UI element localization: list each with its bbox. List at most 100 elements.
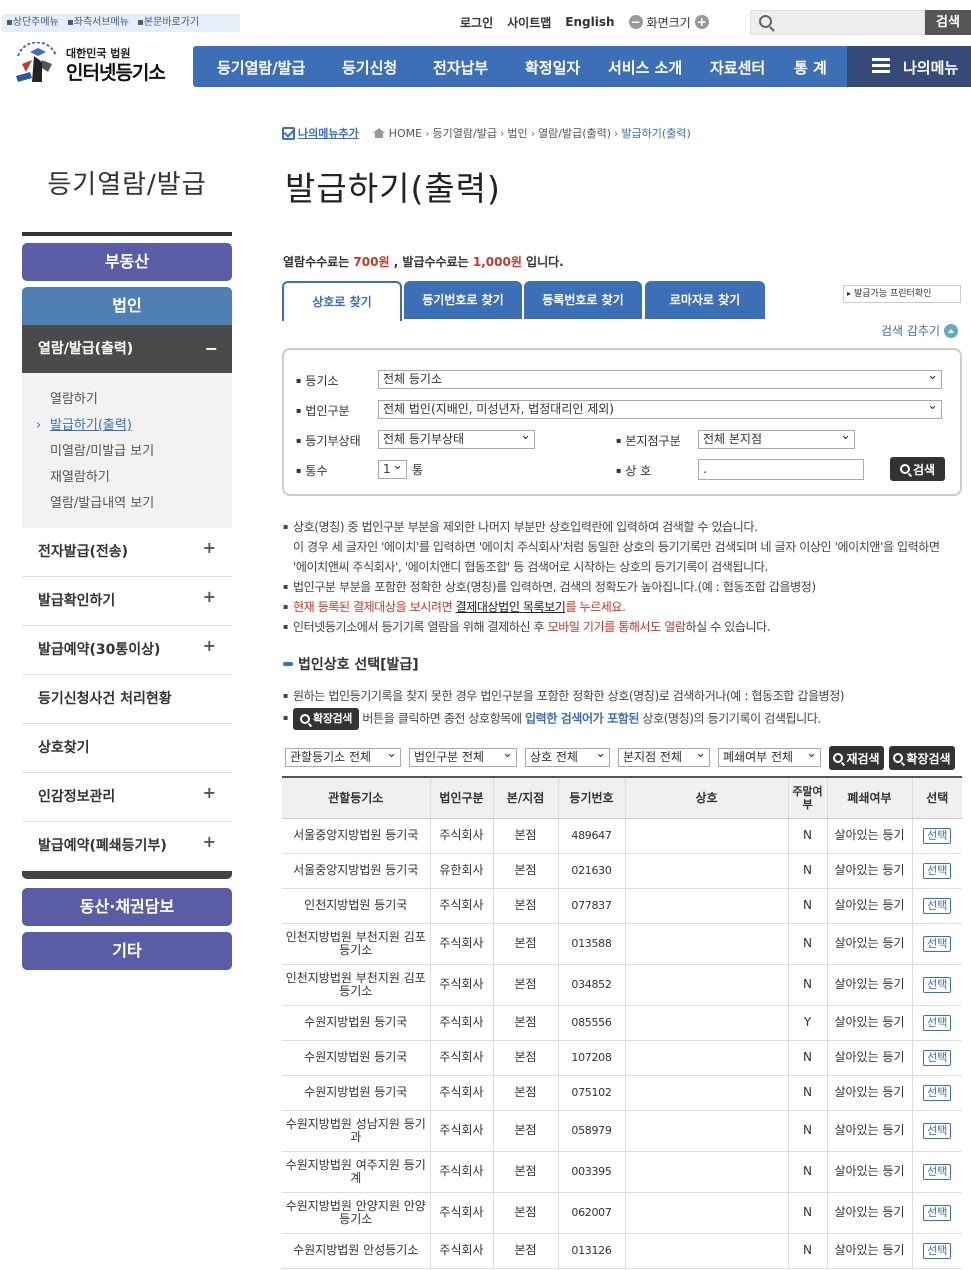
breadcrumb-home[interactable]: HOME: [389, 127, 422, 140]
select-button[interactable]: 선택: [923, 1049, 952, 1066]
printer-check-button[interactable]: 발급가능 프린터확인: [843, 285, 961, 303]
add-my-menu-button[interactable]: 나의메뉴추가: [282, 125, 359, 141]
cell-weekend: N: [787, 888, 827, 924]
cell-name: [624, 1192, 788, 1234]
select-button[interactable]: 선택: [923, 897, 952, 914]
lnb-item-case-status[interactable]: 등기신청사건 처리현황: [22, 675, 232, 724]
gnb-item-statistics[interactable]: 통 계: [794, 57, 827, 78]
lnb-sub-view-issue-label: 열람/발급(출력): [38, 341, 134, 357]
gnb-item-data-center[interactable]: 자료센터: [710, 57, 765, 78]
top-search-input[interactable]: [779, 13, 919, 32]
extended-search-inline-button[interactable]: 확장검색: [293, 708, 359, 730]
gnb-item-service[interactable]: 서비스 소개: [608, 57, 682, 78]
my-menu-button[interactable]: 나의메뉴: [847, 46, 971, 87]
branch-select[interactable]: 전체 본지점: [698, 430, 855, 449]
skip-link-top-menu[interactable]: ▪상단주메뉴: [6, 17, 59, 28]
cell-select: 선택: [911, 1110, 962, 1152]
cell-select: 선택: [911, 964, 962, 1006]
name-input[interactable]: .: [698, 459, 864, 480]
lnb-etc[interactable]: 기타: [22, 932, 232, 970]
skip-link-content[interactable]: ▪본문바로가기: [137, 17, 199, 28]
cell-corp-type: 주식회사: [429, 1233, 493, 1269]
lnb-sub-item-review[interactable]: 재열람하기: [22, 465, 232, 491]
filter-corp-type-select[interactable]: 법인구분 전체: [409, 748, 517, 767]
select-button[interactable]: 선택: [923, 935, 952, 952]
breadcrumb-view-issue-print[interactable]: 열람/발급(출력): [538, 125, 611, 141]
cell-branch: 본점: [492, 1233, 558, 1269]
select-button[interactable]: 선택: [923, 1242, 952, 1259]
tab-reg-id[interactable]: 등록번호로 찾기: [524, 281, 642, 319]
zoom-in-icon[interactable]: +: [694, 15, 709, 29]
filter-closed-select[interactable]: 폐쇄여부 전체: [718, 748, 821, 767]
top-search-button[interactable]: 검색: [925, 10, 971, 35]
tab-roman[interactable]: 로마자로 찾기: [645, 281, 765, 319]
select-button[interactable]: 선택: [923, 1122, 952, 1139]
copies-select[interactable]: 1: [378, 460, 407, 479]
tab-name-search[interactable]: 상호로 찾기: [282, 281, 402, 321]
lnb-sub-item-view[interactable]: 열람하기: [22, 387, 232, 413]
lnb-item-reserve-closed[interactable]: 발급예약(폐쇄등기부) +: [22, 822, 232, 871]
select-button[interactable]: 선택: [923, 862, 952, 879]
cell-branch: 본점: [492, 1151, 558, 1193]
gnb-item-apply[interactable]: 등기신청: [342, 57, 397, 78]
select-button[interactable]: 선택: [923, 1163, 952, 1180]
search-icon: [759, 15, 772, 28]
cell-reg-number: 013588: [557, 923, 625, 965]
check-icon: [282, 126, 295, 140]
col-select: 선택: [911, 776, 962, 819]
search-form: 등기소 전체 등기소 법인구분 전체 법인(지배인, 미성년자, 법정대리인 제…: [282, 348, 962, 496]
lnb-item-reserve-30[interactable]: 발급예약(30통이상) +: [22, 626, 232, 675]
cell-branch: 본점: [492, 1040, 558, 1076]
breadcrumb-view-issue[interactable]: 등기열람/발급: [433, 125, 497, 141]
lnb-item-e-issue[interactable]: 전자발급(전송) +: [22, 528, 232, 577]
table-row: 수원지방법원 등기국 주식회사 본점 107208 N 살아있는 등기 선택: [282, 1040, 962, 1076]
re-search-button[interactable]: 재검색: [829, 746, 884, 770]
office-select[interactable]: 전체 등기소: [378, 370, 942, 389]
select-button[interactable]: 선택: [923, 976, 952, 993]
gnb-item-fixed-date[interactable]: 확정일자: [525, 57, 580, 78]
cell-select: 선택: [911, 1075, 962, 1111]
lnb-sub-item-history[interactable]: 열람/발급내역 보기: [22, 491, 232, 517]
search-button[interactable]: 검색: [890, 457, 945, 481]
lnb-sub-view-issue[interactable]: 열람/발급(출력) −: [22, 325, 232, 373]
corp-type-select[interactable]: 전체 법인(지배인, 미성년자, 법정대리인 제외): [378, 400, 942, 419]
lnb-real-estate[interactable]: 부동산: [22, 243, 232, 281]
lnb-movable-property[interactable]: 동산·채권담보: [22, 888, 232, 926]
cell-name: [624, 1151, 788, 1193]
skip-link-left-menu[interactable]: ▪좌측서브메뉴: [67, 17, 129, 28]
breadcrumb-corp[interactable]: 법인: [507, 125, 527, 141]
filter-branch-select[interactable]: 본지점 전체: [618, 748, 710, 767]
payment-target-list-link[interactable]: 결제대상법인 목록보기: [456, 600, 566, 614]
collapse-search-toggle[interactable]: 검색 감추기: [881, 322, 959, 339]
lnb-item-seal-info[interactable]: 인감정보관리 +: [22, 773, 232, 822]
table-row: 수원지방법원 등기국 주식회사 본점 085556 Y 살아있는 등기 선택: [282, 1005, 962, 1041]
lnb-item-label: 전자발급(전송): [38, 544, 129, 560]
gnb-item-payment[interactable]: 전자납부: [433, 57, 488, 78]
lnb-sub-item-unviewed[interactable]: 미열람/미발급 보기: [22, 439, 232, 465]
extended-search-button[interactable]: 확장검색: [889, 746, 955, 770]
breadcrumb-current: 발급하기(출력): [621, 127, 691, 140]
select-button[interactable]: 선택: [923, 1204, 952, 1221]
cell-weekend: N: [787, 964, 827, 1006]
lnb-corporation[interactable]: 법인: [22, 287, 232, 325]
english-link[interactable]: English: [565, 15, 614, 29]
fee-text: 입니다.: [521, 255, 564, 269]
select-button[interactable]: 선택: [923, 1014, 952, 1031]
lnb-sub-item-issue[interactable]: 발급하기(출력): [22, 413, 232, 439]
gnb-item-view-issue[interactable]: 등기열람/발급: [217, 57, 305, 78]
login-link[interactable]: 로그인: [460, 14, 493, 31]
note-text: 버튼을 클릭하면 종전 상호항목에: [359, 711, 526, 726]
tab-reg-number[interactable]: 등기번호로 찾기: [404, 281, 522, 319]
lnb-item-issue-check[interactable]: 발급확인하기 +: [22, 577, 232, 626]
site-logo[interactable]: 대한민국 법원 인터넷등기소: [8, 38, 188, 90]
sitemap-link[interactable]: 사이트맵: [507, 14, 551, 31]
select-button[interactable]: 선택: [923, 1084, 952, 1101]
filter-name-select[interactable]: 상호 전체: [525, 748, 610, 767]
zoom-out-icon[interactable]: −: [628, 15, 643, 29]
select-button[interactable]: 선택: [923, 827, 952, 844]
expand-icon: +: [202, 783, 216, 802]
lnb-item-name-search[interactable]: 상호찾기: [22, 724, 232, 773]
status-select[interactable]: 전체 등기부상태: [378, 430, 535, 449]
lnb-item-label: 인감정보관리: [38, 789, 116, 805]
filter-office-select[interactable]: 관할등기소 전체: [285, 748, 401, 767]
